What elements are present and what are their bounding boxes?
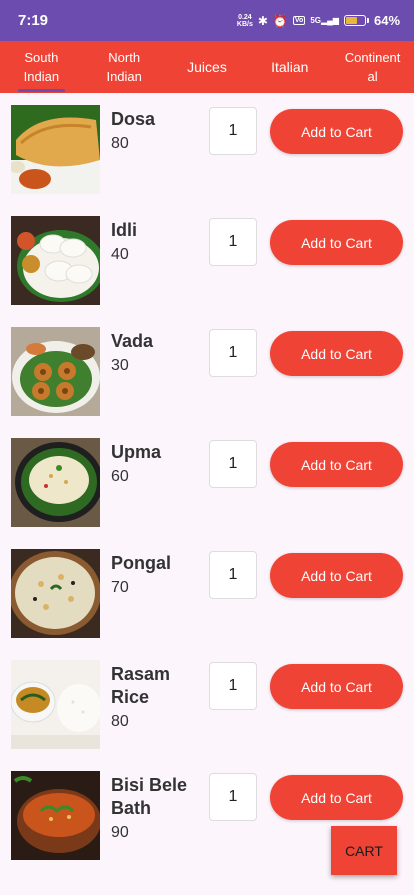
quantity-input[interactable]: 1 [209,107,257,155]
quantity-input[interactable]: 1 [209,773,257,821]
item-name: Idli [111,220,137,240]
rasam-rice-image [11,660,100,749]
quantity-input[interactable]: 1 [209,440,257,488]
item-name: Rasam Rice [111,664,171,707]
item-price: 90 [111,824,129,841]
item-price: 80 [111,135,129,152]
vada-image [11,327,100,416]
bisi-bele-bath-image [11,771,100,860]
battery-percent: 64% [373,13,400,28]
tab-juices[interactable]: Juices [166,41,249,93]
idli-image [11,216,100,305]
item-price: 60 [111,468,129,485]
signal-icon: 5G▂▄▆ [310,16,339,25]
dosa-image [11,105,100,194]
item-price: 80 [111,713,129,730]
quantity-input[interactable]: 1 [209,218,257,266]
menu-list: Dosa 80 1 Add to Cart Idli 40 1 Add to C… [0,93,414,870]
tab-italian[interactable]: Italian [248,41,331,93]
pongal-image [11,549,100,638]
add-to-cart-button[interactable]: Add to Cart [270,109,403,154]
list-item: Upma 60 1 Add to Cart [0,426,414,537]
status-icons: 0.24 KB/s ✱ ⏰ Vo 5G▂▄▆ 64% [237,13,400,28]
alarm-off-icon: ⏰ [272,13,288,28]
item-name: Upma [111,442,162,462]
status-time: 7:19 [18,12,49,29]
list-item: Dosa 80 1 Add to Cart [0,93,414,204]
add-to-cart-button[interactable]: Add to Cart [270,775,403,820]
item-name: Dosa [111,109,156,129]
cart-button[interactable]: CART [331,826,397,875]
item-name: Bisi Bele Bath [111,775,188,818]
list-item: Vada 30 1 Add to Cart [0,315,414,426]
battery-icon [343,15,369,26]
list-item: Pongal 70 1 Add to Cart [0,537,414,648]
tab-south-indian[interactable]: South Indian [0,41,83,93]
add-to-cart-button[interactable]: Add to Cart [270,331,403,376]
add-to-cart-button[interactable]: Add to Cart [270,442,403,487]
upma-image [11,438,100,527]
category-tab-bar: South Indian North Indian Juices Italian… [0,41,414,93]
bluetooth-icon: ✱ [257,13,268,28]
item-name: Pongal [111,553,172,573]
quantity-input[interactable]: 1 [209,662,257,710]
item-price: 30 [111,357,129,374]
item-price: 40 [111,246,129,263]
quantity-input[interactable]: 1 [209,329,257,377]
item-name: Vada [111,331,154,351]
tab-north-indian[interactable]: North Indian [83,41,166,93]
list-item: Idli 40 1 Add to Cart [0,204,414,315]
network-speed: 0.24 KB/s [236,13,253,28]
add-to-cart-button[interactable]: Add to Cart [270,553,403,598]
add-to-cart-button[interactable]: Add to Cart [270,220,403,265]
item-price: 70 [111,579,129,596]
status-bar: 7:19 0.24 KB/s ✱ ⏰ Vo 5G▂▄▆ 64% [0,0,414,41]
add-to-cart-button[interactable]: Add to Cart [270,664,403,709]
volte-icon: Vo [292,16,306,25]
tab-continental[interactable]: Continental [331,41,414,93]
quantity-input[interactable]: 1 [209,551,257,599]
list-item: Rasam Rice 80 1 Add to Cart [0,648,414,759]
